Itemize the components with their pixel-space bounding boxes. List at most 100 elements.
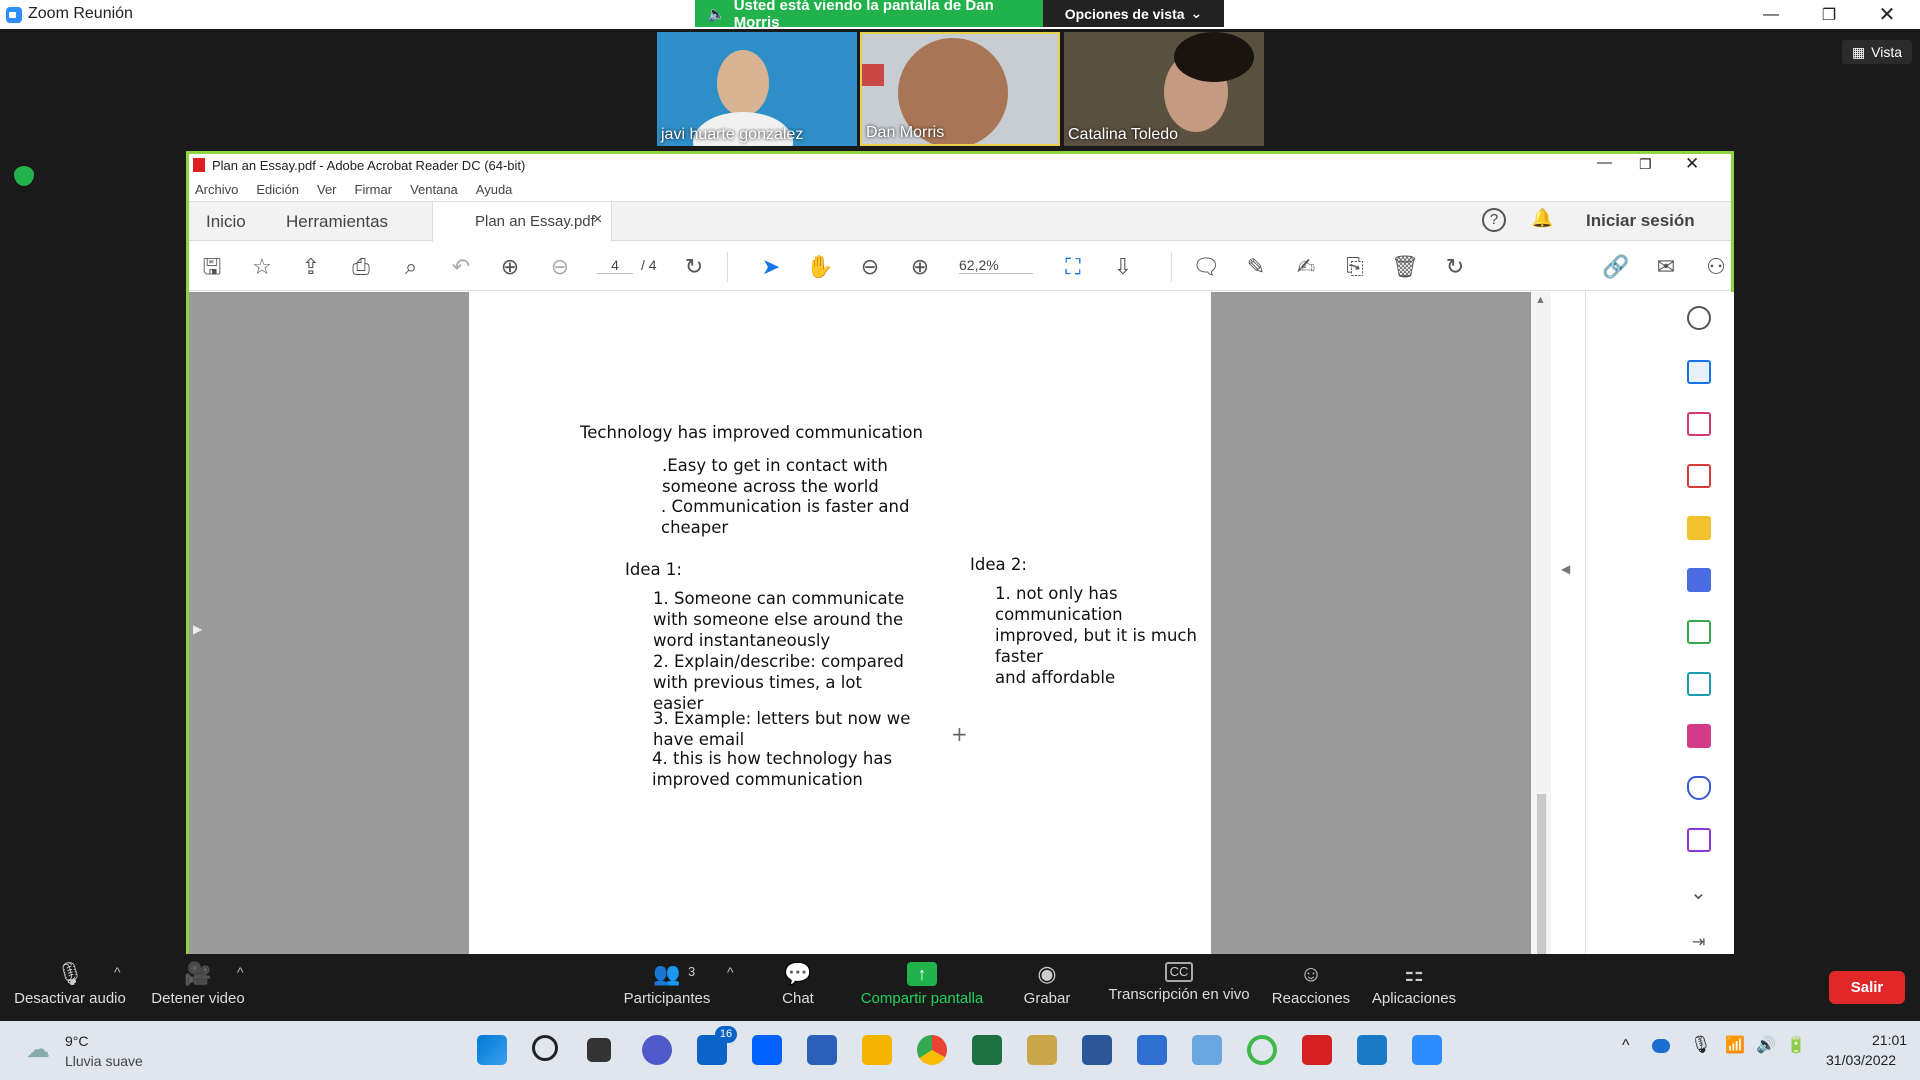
zoom-in-icon[interactable]: ⊕	[906, 253, 934, 281]
fill-sign-icon[interactable]	[1687, 724, 1711, 748]
delete-icon[interactable]: 🗑	[1391, 253, 1419, 281]
word-icon[interactable]	[1082, 1035, 1112, 1065]
notepad-icon[interactable]	[1137, 1035, 1167, 1065]
menu-firmar[interactable]: Firmar	[355, 182, 393, 197]
participants-button[interactable]: 👥 Participantes	[622, 954, 712, 1021]
left-panel-toggle-icon[interactable]: ▶	[193, 622, 202, 636]
page-up-icon[interactable]: ⊕	[496, 253, 524, 281]
tab-herramientas[interactable]: Herramientas	[286, 212, 388, 232]
fit-page-icon[interactable]: ⛶	[1059, 253, 1087, 281]
audio-options-chevron-icon[interactable]: ^	[114, 964, 121, 980]
menu-ayuda[interactable]: Ayuda	[476, 182, 513, 197]
organize-pages-icon[interactable]	[1687, 412, 1711, 436]
right-panel-toggle-icon[interactable]: ◀	[1561, 562, 1570, 576]
menu-ventana[interactable]: Ventana	[410, 182, 458, 197]
onedrive-icon[interactable]	[1652, 1039, 1670, 1053]
comment-tool-icon[interactable]	[1687, 516, 1711, 540]
weather-desc[interactable]: Lluvia suave	[65, 1053, 143, 1069]
magnify-tool-icon[interactable]	[1687, 306, 1711, 330]
dropbox-icon[interactable]	[752, 1035, 782, 1065]
edit-pdf-icon[interactable]	[1687, 828, 1711, 852]
select-cursor-icon[interactable]: ➤	[757, 253, 785, 281]
participant-tile[interactable]: Dan Morris	[860, 32, 1060, 146]
redo-rotate-icon[interactable]: ↻	[1441, 253, 1469, 281]
record-button[interactable]: ◉ Grabar	[1020, 954, 1074, 1021]
restore-button[interactable]: ❐	[1800, 0, 1858, 29]
view-options-button[interactable]: Opciones de vista ⌄	[1043, 0, 1224, 27]
snipping-tool-icon[interactable]	[1192, 1035, 1222, 1065]
email-icon[interactable]: ✉	[1652, 253, 1680, 281]
volume-icon[interactable]: 🔊	[1756, 1035, 1776, 1055]
share-screen-button[interactable]: ↑ Compartir pantalla	[856, 954, 988, 1021]
photos-icon[interactable]	[1357, 1035, 1387, 1065]
create-pdf-icon[interactable]	[1687, 464, 1711, 488]
sign-in-button[interactable]: Iniciar sesión	[1586, 211, 1695, 231]
store-icon[interactable]	[807, 1035, 837, 1065]
security-shield-icon[interactable]	[14, 166, 34, 186]
menu-ver[interactable]: Ver	[317, 182, 337, 197]
chrome-icon[interactable]	[917, 1035, 947, 1065]
share-link-icon[interactable]: 🔗	[1602, 253, 1630, 281]
chat-button[interactable]: 💬 Chat	[778, 954, 818, 1021]
app-icon[interactable]	[1027, 1035, 1057, 1065]
page-number-input[interactable]: 4	[597, 257, 633, 274]
upload-cloud-icon[interactable]: ⇪	[297, 253, 325, 281]
highlight-pen-icon[interactable]: ✎	[1242, 253, 1270, 281]
collapse-panel-icon[interactable]: ⇥	[1692, 932, 1705, 952]
participant-tile[interactable]: Catalina Toledo	[1064, 32, 1264, 146]
leave-button[interactable]: Salir	[1829, 971, 1905, 1004]
file-explorer-icon[interactable]	[862, 1035, 892, 1065]
wifi-icon[interactable]: 📶	[1725, 1035, 1745, 1055]
clock-time[interactable]: 21:01	[1872, 1032, 1907, 1048]
combine-files-icon[interactable]	[1687, 568, 1711, 592]
menu-archivo[interactable]: Archivo	[195, 182, 238, 197]
task-view-icon[interactable]	[587, 1038, 611, 1062]
search-icon[interactable]	[532, 1035, 558, 1061]
participants-options-chevron-icon[interactable]: ^	[727, 964, 734, 980]
star-icon[interactable]: ☆	[248, 253, 276, 281]
mic-tray-icon[interactable]: 🎙	[1690, 1035, 1712, 1055]
zoom-level-select[interactable]: 62,2%	[959, 257, 1033, 274]
rotate-icon[interactable]: ↻	[680, 253, 708, 281]
stop-video-button[interactable]: 🎥 Detener video	[148, 954, 248, 1021]
protect-icon[interactable]	[1687, 776, 1711, 800]
send-for-review-icon[interactable]	[1687, 672, 1711, 696]
save-icon[interactable]: 🖫	[198, 253, 226, 281]
mute-button[interactable]: 🎙 Desactivar audio	[10, 954, 130, 1021]
weather-temp[interactable]: 9°C	[65, 1033, 89, 1049]
draw-icon[interactable]: ✍	[1292, 253, 1320, 281]
vista-button[interactable]: ▦ Vista	[1842, 40, 1912, 64]
tab-inicio[interactable]: Inicio	[206, 212, 246, 232]
acrobat-minimize-button[interactable]: —	[1597, 154, 1612, 171]
hand-icon[interactable]: ✋	[806, 253, 834, 281]
bell-icon[interactable]: 🔔	[1531, 208, 1553, 229]
tab-close-icon[interactable]: ×	[593, 211, 602, 229]
acrobat-close-button[interactable]: ✕	[1685, 154, 1699, 174]
tab-document[interactable]: Plan an Essay.pdf ×	[432, 202, 612, 242]
menu-edicion[interactable]: Edición	[256, 182, 299, 197]
video-options-chevron-icon[interactable]: ^	[237, 964, 244, 980]
weather-cloud-icon[interactable]: ☁	[26, 1035, 50, 1064]
zoom-taskbar-icon[interactable]	[1412, 1035, 1442, 1065]
compress-icon[interactable]	[1687, 620, 1711, 644]
print-icon[interactable]: ⎙	[347, 253, 375, 281]
battery-icon[interactable]: 🔋	[1786, 1035, 1806, 1055]
export-pdf-icon[interactable]	[1687, 360, 1711, 384]
comment-icon[interactable]: 🗨	[1192, 253, 1220, 281]
stamp-icon[interactable]: ⎘	[1341, 253, 1369, 281]
start-icon[interactable]	[477, 1035, 507, 1065]
help-icon[interactable]: ?	[1482, 208, 1506, 232]
vertical-scrollbar[interactable]: ▲	[1531, 292, 1551, 957]
tray-chevron-up-icon[interactable]: ^	[1622, 1037, 1630, 1055]
acrobat-restore-button[interactable]: ❐	[1639, 156, 1652, 173]
participant-tile[interactable]: javi huarte gonzalez	[657, 32, 857, 146]
undo-icon[interactable]: ↶	[447, 253, 475, 281]
add-user-icon[interactable]: ⚇	[1702, 253, 1730, 281]
zoom-out-icon[interactable]: ⊖	[856, 253, 884, 281]
document-viewer[interactable]: ▶ Technology has improved communication …	[189, 292, 1531, 957]
more-tools-chevron-down-icon[interactable]: ⌄	[1690, 880, 1707, 905]
reactions-button[interactable]: ☺ Reacciones	[1271, 954, 1351, 1021]
excel-icon[interactable]	[972, 1035, 1002, 1065]
close-button[interactable]: ✕	[1858, 0, 1916, 29]
minimize-button[interactable]: —	[1742, 0, 1800, 29]
